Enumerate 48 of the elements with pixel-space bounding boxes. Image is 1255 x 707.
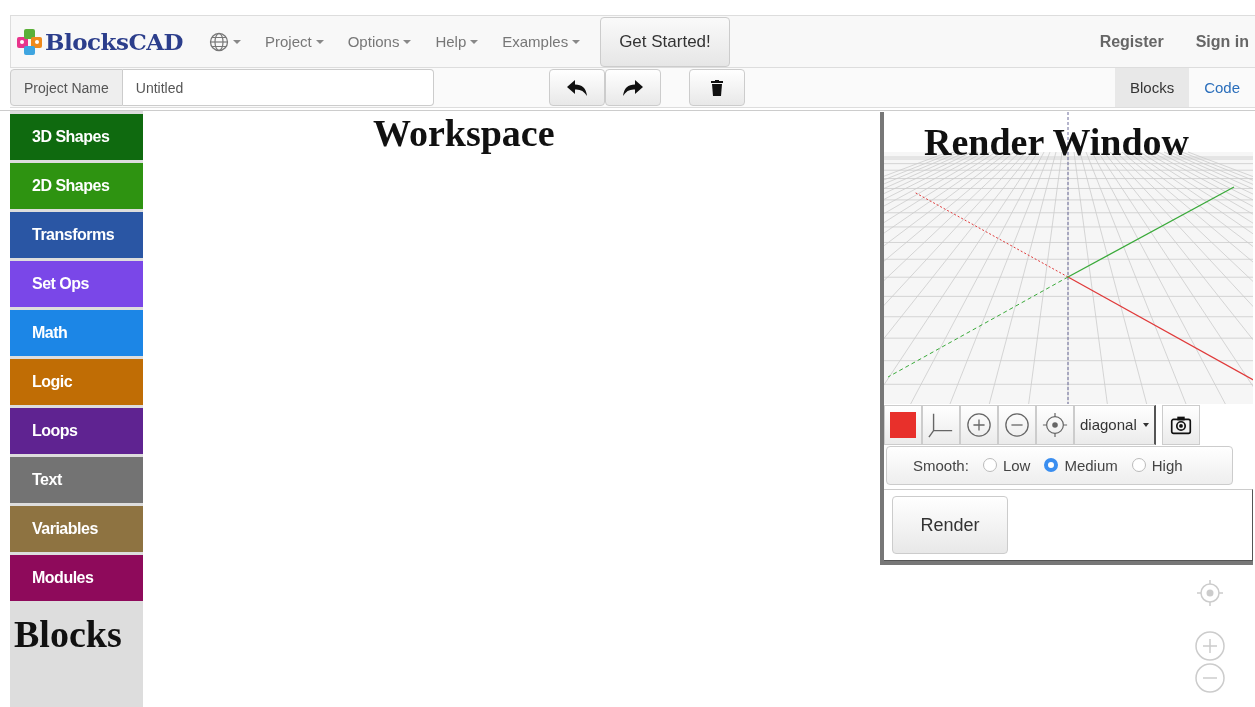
target-icon: [1042, 410, 1068, 439]
render-button[interactable]: Render: [892, 496, 1008, 554]
undo-button[interactable]: [548, 69, 605, 106]
recenter-button[interactable]: [1036, 405, 1074, 445]
smooth-option[interactable]: High: [1131, 456, 1183, 474]
smooth-option[interactable]: Low: [982, 456, 1031, 474]
workspace-caption: Workspace: [373, 111, 555, 155]
category-item[interactable]: Set Ops: [10, 261, 143, 307]
zoom-out-button[interactable]: [998, 405, 1036, 445]
brand-name[interactable]: BlocksCAD: [45, 28, 183, 55]
category-item[interactable]: Math: [10, 310, 143, 356]
project-name-field[interactable]: Untitled: [122, 69, 434, 106]
render-window-caption: Render Window: [924, 120, 1190, 164]
category-item[interactable]: 2D Shapes: [10, 163, 143, 209]
nav-menu[interactable]: Options: [335, 33, 424, 50]
blocks-caption: Blocks: [13, 612, 123, 656]
screenshot-button[interactable]: [1161, 405, 1200, 445]
trash-icon: [710, 79, 723, 96]
undo-icon: [565, 78, 588, 97]
smooth-label: Smooth:: [913, 456, 969, 474]
view-tab[interactable]: Code: [1189, 68, 1255, 107]
color-picker[interactable]: [884, 405, 922, 445]
redo-button[interactable]: [604, 69, 661, 106]
logo-icon: [17, 28, 42, 55]
delete-button[interactable]: [688, 69, 745, 106]
view-select[interactable]: diagonal: [1074, 405, 1156, 445]
zoom-in-icon: [966, 410, 992, 439]
category-item[interactable]: 3D Shapes: [10, 114, 143, 160]
axes-button[interactable]: [922, 405, 960, 445]
nav-menu[interactable]: Project: [253, 33, 336, 50]
globe-icon: [209, 31, 229, 52]
project-name-label: Project Name: [10, 69, 123, 106]
nav-link[interactable]: Register: [1099, 32, 1164, 51]
category-item[interactable]: Transforms: [10, 212, 143, 258]
category-item[interactable]: Variables: [10, 506, 143, 552]
smooth-option[interactable]: Medium: [1044, 456, 1118, 474]
get-started-button[interactable]: Get Started!: [600, 16, 730, 67]
category-item[interactable]: Modules: [10, 555, 143, 601]
nav-menu[interactable]: Examples: [490, 33, 593, 50]
redo-icon: [621, 78, 644, 97]
zoom-out-icon: [1004, 410, 1030, 439]
category-item[interactable]: Text: [10, 457, 143, 503]
category-item[interactable]: Loops: [10, 408, 143, 454]
nav-link[interactable]: Sign in: [1195, 32, 1249, 51]
category-item[interactable]: Logic: [10, 359, 143, 405]
view-tab[interactable]: Blocks: [1114, 68, 1190, 107]
zoom-in-button[interactable]: [960, 405, 998, 445]
nav-menu[interactable]: Help: [423, 33, 491, 50]
